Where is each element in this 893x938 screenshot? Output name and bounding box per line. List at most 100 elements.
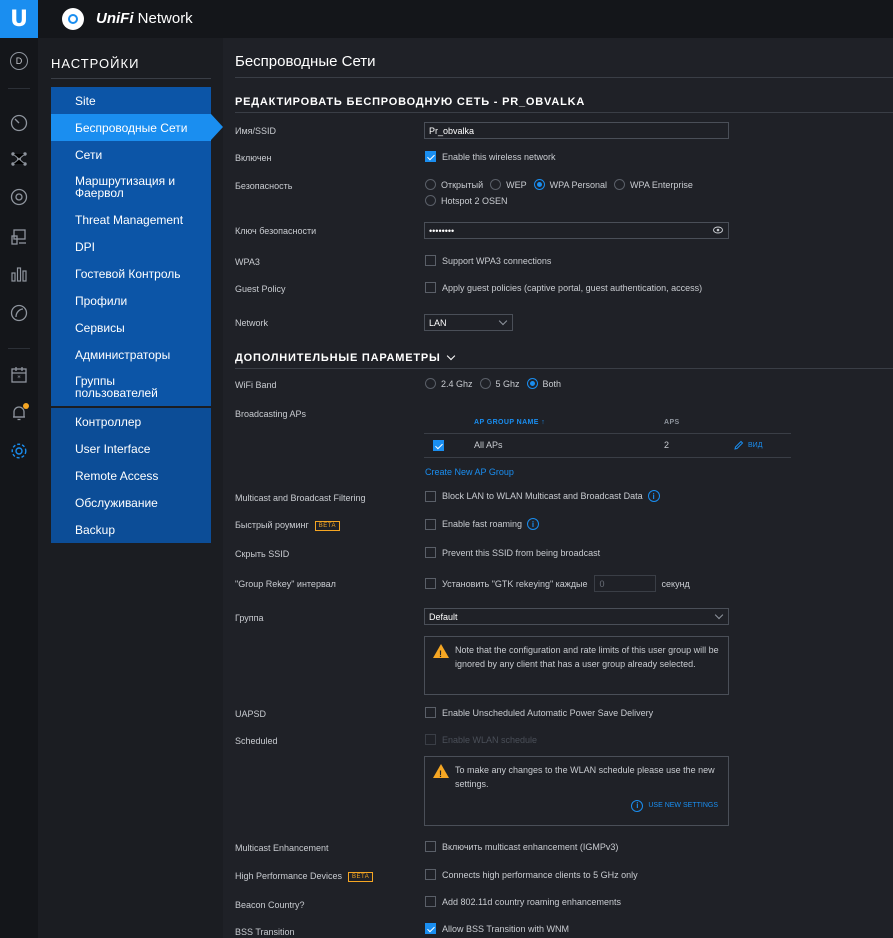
bss-transition-row[interactable]: Allow BSS Transition with WNM [425, 923, 569, 934]
hide-ssid-row[interactable]: Prevent this SSID from being broadcast [425, 547, 600, 558]
rekey-interval-input[interactable]: 0 [593, 575, 656, 592]
group-rekey-checkbox[interactable] [425, 578, 436, 589]
app-title: UniFi Network [96, 10, 193, 27]
warning-icon [433, 764, 449, 781]
hide-ssid-checkbox[interactable] [425, 547, 436, 558]
sidebar-item-guest-control[interactable]: Гостевой Контроль [51, 260, 211, 287]
ssid-input[interactable]: Pr_obvalka [424, 122, 729, 139]
col-aps: APS [664, 419, 680, 426]
col-ap-group-name[interactable]: AP GROUP NAME ↑ [474, 419, 545, 426]
clients-icon[interactable] [6, 224, 32, 250]
wpa3-checkbox-row[interactable]: Support WPA3 connections [425, 255, 551, 266]
wifi-band-label: WiFi Band [235, 380, 277, 390]
group-rekey-row: Установить "GTK rekeying" каждые 0 секунд [425, 575, 690, 592]
rail-divider [8, 348, 30, 349]
band-5-radio[interactable]: 5 Ghz [479, 378, 520, 389]
settings-sidebar: НАСТРОЙКИ Site Беспроводные Сети Сети Ма… [38, 38, 223, 938]
multicast-filter-checkbox[interactable] [425, 490, 436, 502]
rail-divider [8, 88, 30, 89]
wpa3-checkbox[interactable] [425, 255, 436, 266]
high-performance-checkbox[interactable] [425, 869, 436, 880]
view-button[interactable]: ВИД [734, 440, 762, 450]
settings-nav: Site Беспроводные Сети Сети Маршрутизаци… [51, 87, 223, 543]
use-new-settings-link[interactable]: i USE NEW SETTINGS [631, 799, 718, 813]
warning-icon [433, 644, 449, 661]
security-key-input[interactable]: •••••••• [424, 222, 729, 239]
divider [235, 77, 893, 78]
sidebar-item-threat-management[interactable]: Threat Management [51, 206, 211, 233]
ap-table-header: AP GROUP NAME ↑ APS [424, 418, 791, 434]
sidebar-item-controller[interactable]: Контроллер [51, 408, 211, 435]
security-key-label: Ключ безопасности [235, 226, 317, 236]
events-calendar-icon[interactable]: * [6, 362, 32, 388]
uapsd-row[interactable]: Enable Unscheduled Automatic Power Save … [425, 707, 653, 718]
sidebar-item-networks[interactable]: Сети [51, 141, 211, 168]
statistics-icon[interactable] [6, 261, 32, 287]
sidebar-item-admins[interactable]: Администраторы [51, 341, 211, 368]
info-icon[interactable]: i [527, 518, 540, 530]
band-24-radio[interactable]: 2.4 Ghz [425, 378, 473, 389]
security-open-radio[interactable]: Открытый [425, 179, 483, 190]
ubiquiti-logo[interactable]: U [0, 0, 38, 38]
guest-policy-checkbox[interactable] [425, 282, 436, 293]
sidebar-item-remote-access[interactable]: Remote Access [51, 462, 211, 489]
sidebar-item-maintenance[interactable]: Обслуживание [51, 489, 211, 516]
scheduled-label: Scheduled [235, 736, 278, 746]
sidebar-item-site[interactable]: Site [51, 87, 211, 114]
sidebar-item-dpi[interactable]: DPI [51, 233, 211, 260]
user-avatar[interactable]: D [6, 48, 32, 74]
wifi-band-radio-group: 2.4 Ghz 5 Ghz Both [425, 378, 568, 389]
notification-dot [23, 403, 29, 409]
multicast-filter-row[interactable]: Block LAN to WLAN Multicast and Broadcas… [425, 490, 660, 502]
group-select[interactable]: Default [424, 608, 729, 625]
multicast-enhancement-row[interactable]: Включить multicast enhancement (IGMPv3) [425, 841, 618, 852]
sidebar-item-backup[interactable]: Backup [51, 516, 211, 543]
ap-row-checkbox[interactable] [433, 440, 444, 451]
bss-transition-checkbox[interactable] [425, 923, 436, 934]
hide-ssid-label: Скрыть SSID [235, 549, 290, 559]
fast-roaming-row[interactable]: Enable fast roaming i [425, 518, 540, 530]
multicast-enhancement-checkbox[interactable] [425, 841, 436, 852]
uapsd-checkbox[interactable] [425, 707, 436, 718]
group-note: Note that the configuration and rate lim… [424, 636, 729, 695]
schedule-note: To make any changes to the WLAN schedule… [424, 756, 729, 826]
settings-title: НАСТРОЙКИ [51, 56, 140, 71]
security-wep-radio[interactable]: WEP [490, 179, 527, 190]
show-password-eye-icon[interactable] [713, 226, 723, 236]
multicast-filter-label: Multicast and Broadcast Filtering [235, 493, 366, 503]
insights-icon[interactable] [6, 300, 32, 326]
fast-roaming-checkbox[interactable] [425, 518, 436, 530]
security-hotspot-radio[interactable]: Hotspot 2 OSEN [425, 195, 508, 206]
security-label: Безопасность [235, 181, 293, 191]
guest-policy-checkbox-row[interactable]: Apply guest policies (captive portal, gu… [425, 282, 702, 293]
sidebar-item-user-groups[interactable]: Группы пользователей [51, 368, 211, 406]
advanced-section-header[interactable]: ДОПОЛНИТЕЛЬНЫЕ ПАРАМЕТРЫ [235, 351, 456, 364]
info-icon[interactable]: i [647, 490, 660, 502]
sidebar-item-wireless[interactable]: Беспроводные Сети [51, 114, 223, 141]
wpa3-label: WPA3 [235, 257, 260, 267]
security-wpa-personal-radio[interactable]: WPA Personal [533, 179, 607, 190]
topology-icon[interactable] [6, 146, 32, 172]
sidebar-item-routing-firewall[interactable]: Маршрутизация и Фаервол [51, 168, 211, 206]
dashboard-icon[interactable] [6, 110, 32, 136]
beacon-country-row[interactable]: Add 802.11d country roaming enhancements [425, 896, 621, 907]
security-wpa-enterprise-radio[interactable]: WPA Enterprise [614, 179, 693, 190]
scheduled-checkbox [425, 734, 436, 745]
info-icon: i [631, 800, 644, 812]
pencil-icon [734, 440, 744, 450]
alerts-bell-icon[interactable] [6, 400, 32, 426]
enabled-checkbox-row[interactable]: Enable this wireless network [425, 151, 556, 162]
create-ap-group-link[interactable]: Create New AP Group [425, 467, 514, 477]
beacon-country-checkbox[interactable] [425, 896, 436, 907]
sidebar-item-services[interactable]: Сервисы [51, 314, 211, 341]
enabled-checkbox[interactable] [425, 151, 436, 162]
ap-count-cell: 2 [664, 440, 670, 450]
ap-group-name-cell: All APs [474, 440, 503, 450]
settings-gear-icon[interactable] [6, 438, 32, 464]
sidebar-item-profiles[interactable]: Профили [51, 287, 211, 314]
band-both-radio[interactable]: Both [526, 378, 561, 389]
network-select[interactable]: LAN [424, 314, 513, 331]
devices-icon[interactable] [6, 184, 32, 210]
sidebar-item-user-interface[interactable]: User Interface [51, 435, 211, 462]
high-performance-row[interactable]: Connects high performance clients to 5 G… [425, 869, 638, 880]
